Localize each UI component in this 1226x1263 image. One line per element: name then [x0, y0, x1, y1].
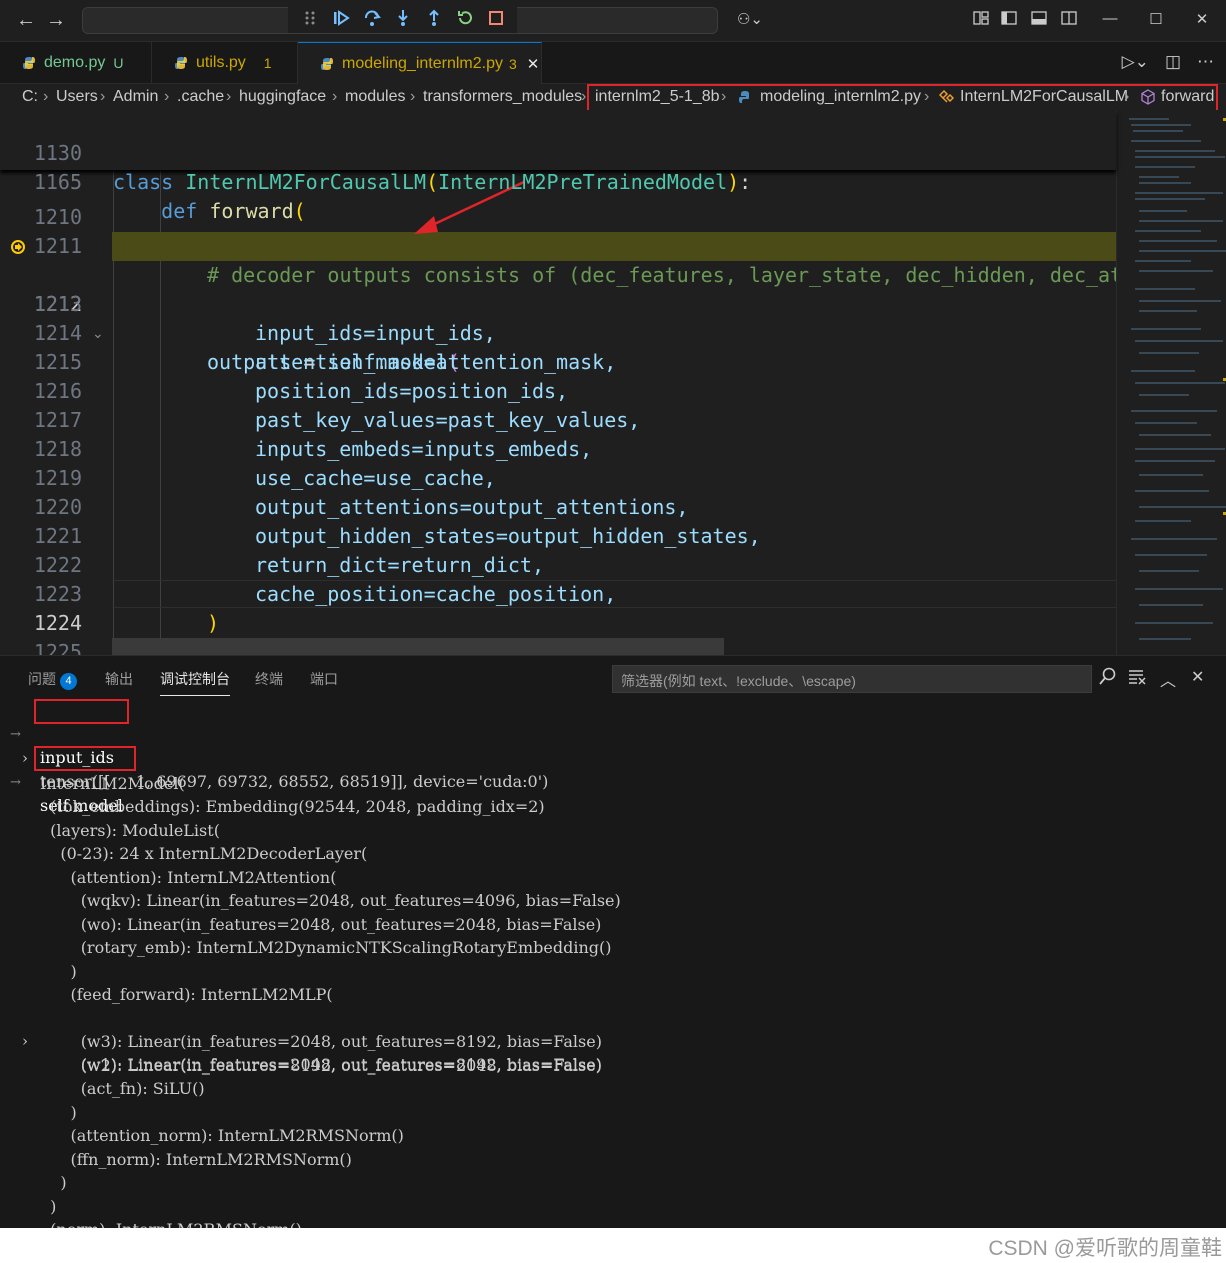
tab-output[interactable]: 输出	[105, 669, 133, 689]
maximize-panel-icon[interactable]: ︿	[1160, 667, 1176, 691]
step-out-icon[interactable]	[418, 5, 449, 31]
panel-tab-bar: 问题 4 输出 调试控制台 终端 端口 筛选器(例如 text、!exclude、…	[0, 656, 1226, 700]
toggle-sidebar-icon[interactable]	[994, 10, 1024, 30]
minimize-button[interactable]: —	[1095, 10, 1125, 27]
split-editor-icon[interactable]: ◫	[1165, 52, 1181, 72]
tab-label: demo.py	[44, 54, 106, 71]
restart-icon[interactable]	[449, 5, 480, 31]
input-arrow-icon: →	[10, 775, 21, 790]
tab-label: modeling_internlm2.py	[342, 54, 503, 72]
continue-icon[interactable]	[325, 5, 356, 31]
layout-customize-icon[interactable]	[966, 10, 996, 30]
step-over-icon[interactable]	[356, 5, 387, 31]
console-output-line[interactable]: › (w1): Linear(in_features=2048, out_fea…	[0, 1007, 602, 1074]
code-line[interactable]: 1224	[0, 580, 1116, 635]
forward-arrow-icon[interactable]: →	[44, 9, 68, 32]
breadcrumb-item[interactable]: transformers_modules	[423, 88, 582, 106]
tab-label: utils.py	[196, 54, 246, 71]
editor-tab-bar: demo.py U utils.py 1 modeling_internlm2.…	[0, 42, 1226, 84]
chevron-right-icon[interactable]: ›	[22, 1030, 28, 1053]
breadcrumb-item[interactable]: .cache	[177, 88, 224, 106]
watermark-text: CSDN @爱听歌的周童鞋	[988, 1237, 1222, 1260]
code-line[interactable]: 1225 hidden_states = outputs[0]	[0, 609, 1116, 655]
copilot-icon[interactable]: ⚇⌄	[730, 10, 770, 28]
code-line[interactable]: 1222 cache_position=cache_position,	[0, 522, 1116, 606]
code-line[interactable]: 1217 inputs_embeds=inputs_embeds,	[0, 377, 1116, 461]
git-status-badge: U	[113, 55, 124, 71]
code-line[interactable]: 1214 attention_mask=attention_mask,	[0, 290, 1116, 374]
line-code: def forward(	[161, 199, 306, 223]
code-line[interactable]: 1215 position_ids=position_ids,	[0, 319, 1116, 403]
close-window-button[interactable]: ✕	[1187, 10, 1217, 28]
console-filter-input[interactable]: 筛选器(例如 text、!exclude、\escape)	[612, 665, 1092, 693]
tab-utils-py[interactable]: utils.py 1	[152, 42, 298, 84]
tab-label: 问题	[28, 671, 56, 687]
code-line[interactable]: 1220 output_hidden_states=output_hidden_…	[0, 464, 1116, 548]
breadcrumb-item[interactable]: huggingface	[239, 88, 326, 106]
highlight-box-input-ids	[34, 699, 129, 724]
chevron-right-icon: ›	[581, 88, 587, 105]
chevron-right-icon: ›	[332, 88, 338, 105]
close-tab-icon[interactable]: ✕	[527, 55, 540, 73]
code-line[interactable]: 1223 )	[0, 551, 1116, 635]
problem-count-badge: 1	[263, 55, 272, 71]
python-file-icon	[23, 57, 35, 69]
step-into-icon[interactable]	[387, 5, 418, 31]
console-input-line[interactable]: → input_ids	[0, 700, 114, 767]
breadcrumb-item[interactable]: modules	[345, 88, 405, 106]
code-line[interactable]: 1216 past_key_values=past_key_values,	[0, 348, 1116, 432]
chevron-right-icon: ›	[164, 88, 170, 105]
run-python-icon[interactable]: ▷⌄	[1122, 52, 1149, 72]
breadcrumb-highlight-box	[587, 84, 1218, 112]
bottom-panel: 问题 4 输出 调试控制台 终端 端口 筛选器(例如 text、!exclude、…	[0, 655, 1226, 1228]
breadcrumb-item[interactable]: Admin	[113, 88, 158, 106]
chevron-right-icon: ›	[43, 88, 49, 105]
line-number: 1165	[33, 170, 82, 194]
clear-console-icon[interactable]	[1128, 667, 1146, 690]
more-actions-icon[interactable]: ⋯	[1197, 52, 1214, 72]
minimap-preview	[1129, 118, 1226, 640]
toggle-panel-icon[interactable]	[1024, 10, 1054, 30]
debug-toolbar	[288, 3, 517, 33]
tab-problems[interactable]: 问题 4	[28, 669, 77, 690]
tab-debug-console[interactable]: 调试控制台	[160, 669, 230, 696]
code-editor[interactable]: 1130 class InternLM2ForCausalLM(InternLM…	[0, 110, 1226, 655]
python-file-icon	[175, 57, 187, 69]
tab-modeling-internlm2-py[interactable]: modeling_internlm2.py 3 ✕	[298, 42, 542, 84]
maximize-button[interactable]: ☐	[1141, 10, 1171, 28]
close-panel-icon[interactable]: ✕	[1191, 667, 1204, 687]
code-line[interactable]: 1165 def forward(	[0, 139, 1116, 223]
python-file-icon	[321, 57, 333, 70]
breadcrumb-item[interactable]: C:	[22, 88, 38, 106]
search-icon[interactable]	[1099, 667, 1117, 690]
tab-ports[interactable]: 端口	[310, 669, 338, 689]
minimap[interactable]	[1116, 110, 1226, 655]
console-output-line[interactable]: › tensor([[ 1, 69697, 69732, 68552, 6851…	[0, 724, 548, 791]
back-arrow-icon[interactable]: ←	[14, 9, 38, 32]
toggle-secondary-sidebar-icon[interactable]	[1054, 10, 1084, 30]
drag-handle-icon[interactable]	[294, 5, 325, 31]
code-line[interactable]: 1212 ⌄ outputs = self.model(	[0, 232, 1116, 374]
chevron-right-icon: ›	[100, 88, 106, 105]
sticky-scroll[interactable]: 1130 class InternLM2ForCausalLM(InternLM…	[0, 110, 1116, 223]
chevron-right-icon: ›	[410, 88, 416, 105]
stop-icon[interactable]	[480, 5, 511, 31]
problem-count-badge: 3	[508, 55, 517, 72]
console-input-line[interactable]: → self.model	[0, 748, 123, 815]
tab-demo-py[interactable]: demo.py U	[0, 42, 152, 84]
code-line[interactable]: 1130 class InternLM2ForCausalLM(InternLM…	[0, 110, 1116, 194]
line-code: class InternLM2ForCausalLM(InternLM2PreT…	[113, 170, 752, 194]
code-line[interactable]: 1218 use_cache=use_cache,	[0, 406, 1116, 490]
problems-count-badge: 4	[60, 673, 77, 690]
highlight-box-self-model	[34, 746, 136, 771]
code-line[interactable]: 1219 output_attentions=output_attentions…	[0, 435, 1116, 519]
breadcrumb-item[interactable]: Users	[56, 88, 98, 106]
watermark-bar: CSDN @爱听歌的周童鞋	[0, 1228, 1226, 1263]
code-line[interactable]: 1221 return_dict=return_dict,	[0, 493, 1116, 577]
code-line[interactable]: 1226 ⌄ if self.config.pretraining_tp > 1…	[0, 638, 1116, 655]
chevron-right-icon: ›	[226, 88, 232, 105]
title-bar: ← → ⚇⌄ — ☐ ✕	[0, 0, 1226, 42]
tab-terminal[interactable]: 终端	[255, 669, 283, 689]
code-line[interactable]: 1213 input_ids=input_ids,	[0, 261, 1116, 345]
